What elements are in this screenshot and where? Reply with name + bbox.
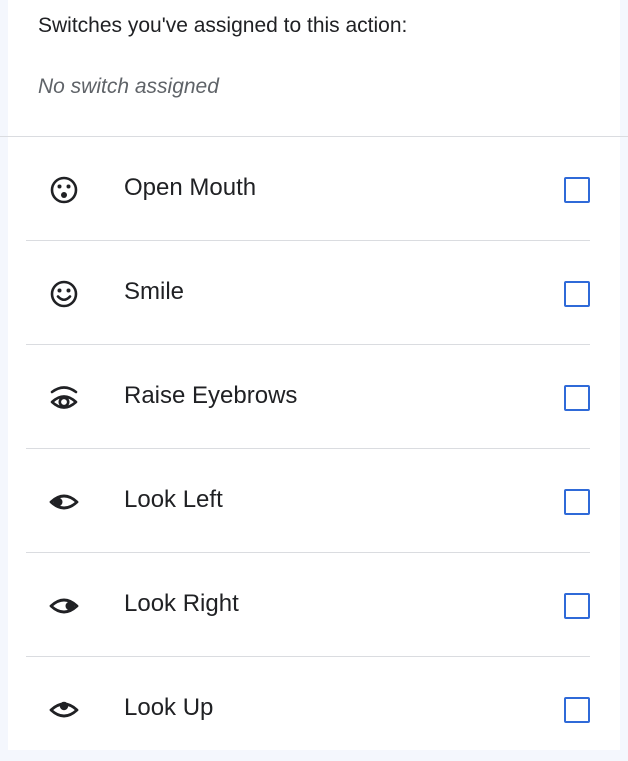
gesture-label: Look Right <box>124 590 239 617</box>
gesture-row-look-up[interactable]: Look Up <box>8 657 620 761</box>
gesture-checkbox[interactable] <box>564 281 590 307</box>
gesture-checkbox[interactable] <box>564 593 590 619</box>
switch-assignment-sheet: Switches you've assigned to this action:… <box>0 0 628 750</box>
assigned-switches-title: Switches you've assigned to this action: <box>38 14 408 37</box>
gesture-label: Raise Eyebrows <box>124 382 298 409</box>
gesture-label: Open Mouth <box>124 174 257 201</box>
gesture-checkbox[interactable] <box>564 385 590 411</box>
gesture-checkbox[interactable] <box>564 697 590 723</box>
gesture-row-raise-eyebrows[interactable]: Raise Eyebrows <box>8 345 620 449</box>
gesture-row-look-left[interactable]: Look Left <box>8 449 620 553</box>
look-up-eye-icon <box>48 694 80 726</box>
gesture-checkbox[interactable] <box>564 177 590 203</box>
no-switch-assigned-text: No switch assigned <box>38 75 219 98</box>
gesture-list: Open Mouth Smile Raise Eyebrows Look Lef… <box>8 137 620 761</box>
gesture-row-smile[interactable]: Smile <box>8 241 620 345</box>
gesture-label: Look Up <box>124 694 214 721</box>
assigned-switches-section: Switches you've assigned to this action:… <box>8 0 620 137</box>
look-right-eye-icon <box>48 590 80 622</box>
gesture-row-open-mouth[interactable]: Open Mouth <box>8 137 620 241</box>
gesture-checkbox[interactable] <box>564 489 590 515</box>
smile-face-icon <box>48 278 80 310</box>
open-mouth-face-icon <box>48 174 80 206</box>
gesture-label: Look Left <box>124 486 223 513</box>
gesture-label: Smile <box>124 278 185 305</box>
look-left-eye-icon <box>48 486 80 518</box>
raise-eyebrows-icon <box>48 382 80 414</box>
gesture-row-look-right[interactable]: Look Right <box>8 553 620 657</box>
